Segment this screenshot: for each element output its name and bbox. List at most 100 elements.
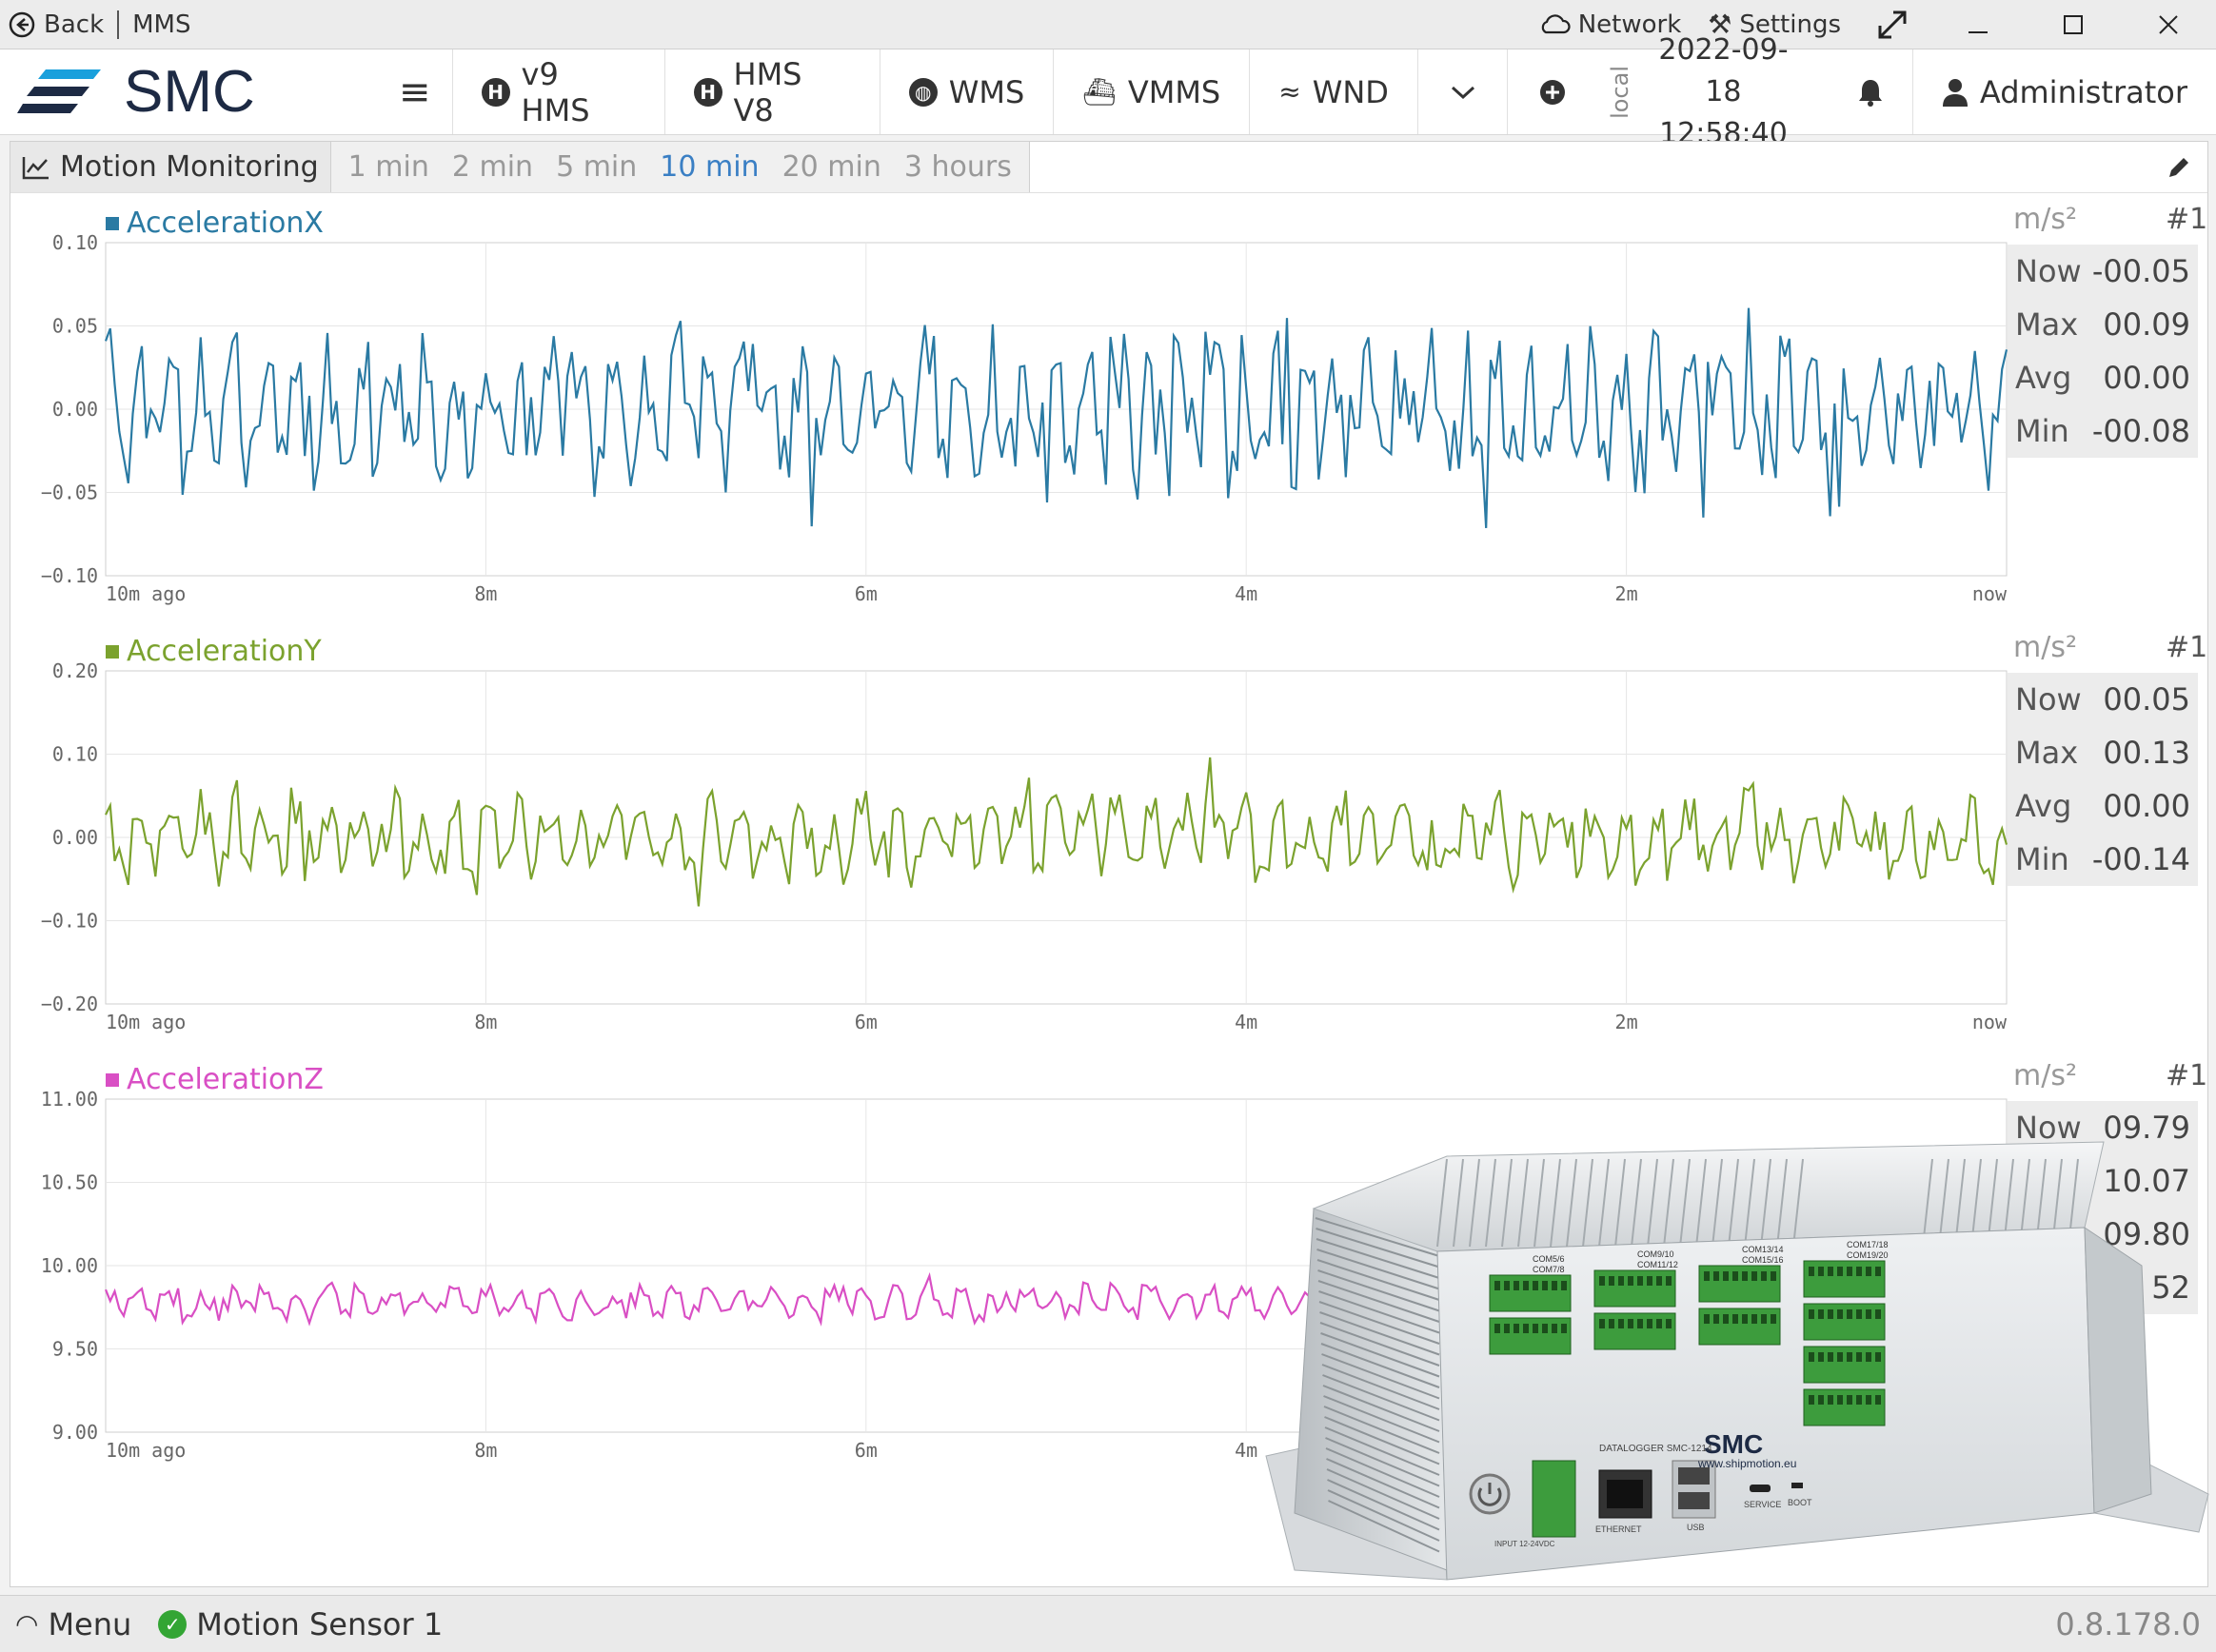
x-tick-label: now [1972, 582, 2008, 605]
x-tick-label: 10m ago [106, 1011, 186, 1033]
edit-panel-button[interactable] [2150, 142, 2207, 192]
x-tick-label: 4m [1235, 1011, 1257, 1033]
stat-row-now: Now -00.05 [2008, 245, 2198, 298]
chart-accelerationy: AccelerationY m/s² #1 0.20 0.10 0.00 −0.10 −0.2… [10, 621, 2209, 1033]
stat-row-max: Max 00.13 [2008, 726, 2198, 779]
stat-row-max: Max 00.09 [2008, 298, 2198, 351]
close-button[interactable] [2121, 0, 2216, 49]
tab-wnd[interactable]: ≈ WND [1250, 49, 1418, 134]
menu-label: Menu [48, 1605, 132, 1642]
y-tick-label: −0.05 [41, 482, 98, 504]
service-label: SERVICE [1744, 1500, 1781, 1509]
expand-icon [1878, 10, 1907, 38]
chevron-down-icon [1451, 86, 1474, 99]
minimize-button[interactable] [1930, 0, 2026, 49]
stat-value: -00.14 [2091, 841, 2190, 877]
stat-value: 00.13 [2103, 735, 2190, 771]
ethernet-label: ETHERNET [1595, 1524, 1642, 1534]
more-tabs-button[interactable] [1418, 49, 1509, 134]
terminal-block [1803, 1388, 1886, 1426]
y-tick-label: 0.00 [52, 826, 98, 849]
brand-name: SMC [124, 59, 255, 125]
hamburger-icon: ≡ [398, 69, 431, 114]
terminal-block [1803, 1346, 1886, 1384]
y-tick-label: 9.50 [52, 1338, 98, 1361]
hamburger-menu-button[interactable]: ≡ [378, 49, 453, 134]
user-menu[interactable]: Administrator [1913, 49, 2216, 134]
h-circle-icon: H [693, 77, 722, 107]
close-icon [2159, 14, 2178, 34]
back-button[interactable]: Back [0, 0, 104, 49]
x-tick-label: 8m [474, 1011, 497, 1033]
device-url: www.shipmotion.eu [1697, 1457, 1796, 1470]
terminal-block [1593, 1312, 1676, 1350]
stat-value: 00.09 [2103, 306, 2190, 343]
tab-label: WND [1312, 73, 1389, 110]
stat-row-now: Now 00.05 [2008, 673, 2198, 726]
maximize-icon [2064, 14, 2083, 34]
x-tick-label: 4m [1235, 582, 1257, 605]
app-window: Back MMS Network ⚒ Settings SMC ≡ H v9 H… [0, 0, 2216, 1652]
tab-hms-v8[interactable]: H HMS V8 [665, 49, 880, 134]
clock-date: 2022-09-18 [1658, 32, 1789, 108]
range-20-min[interactable]: 20 min [771, 150, 893, 184]
range-2-min[interactable]: 2 min [441, 150, 544, 184]
sensor-status[interactable]: ✓ Motion Sensor 1 [158, 1606, 443, 1642]
wind-icon: ≈ [1278, 76, 1301, 108]
terminal-block [1698, 1308, 1781, 1346]
smc-datalogger-device-image: COM5/6COM7/8 COM9/10COM11/12 COM13/14COM15… [1265, 1141, 2209, 1581]
port-label: COM15/16 [1742, 1255, 1784, 1265]
tab-label: WMS [948, 73, 1025, 110]
x-tick-label: 2m [1615, 582, 1638, 605]
ship-icon: ⛴ [1082, 76, 1117, 108]
stat-label: Min [2015, 413, 2069, 449]
clock: local 2022-09-18 12:58:40 [1597, 33, 1828, 150]
fullscreen-button[interactable] [1854, 0, 1930, 49]
terminal-block [1593, 1269, 1676, 1308]
maximize-button[interactable] [2026, 0, 2121, 49]
time-range-selector: 1 min 2 min 5 min 10 min 20 min 3 hours [330, 142, 1030, 192]
panel-title: Motion Monitoring [10, 142, 331, 192]
panel-header: Motion Monitoring 1 min 2 min 5 min 10 m… [10, 142, 2207, 193]
y-tick-label: 0.10 [52, 743, 98, 766]
model-label: DATALOGGER SMC-1214 [1599, 1444, 1712, 1454]
port-label: COM19/20 [1847, 1250, 1889, 1260]
usb-label: USB [1687, 1523, 1705, 1532]
tab-vmms[interactable]: ⛴ VMMS [1054, 49, 1251, 134]
tab-v9-hms[interactable]: H v9 HMS [453, 49, 665, 134]
menu-button[interactable]: ◠ Menu [15, 1606, 131, 1642]
smc-logo: SMC [0, 49, 378, 134]
back-arrow-icon [9, 11, 35, 37]
y-tick-label: −0.20 [41, 993, 98, 1015]
x-tick-label: 6m [855, 582, 878, 605]
port-label: COM13/14 [1742, 1245, 1784, 1254]
y-tick-label: 10.00 [41, 1254, 98, 1277]
y-tick-label: 10.50 [41, 1171, 98, 1194]
title-separator [117, 10, 120, 39]
back-label: Back [44, 10, 105, 39]
notifications-button[interactable] [1829, 49, 1913, 134]
clock-zone: local [1607, 65, 1634, 119]
stat-value: 00.00 [2103, 788, 2190, 824]
range-3-hours[interactable]: 3 hours [893, 150, 1023, 184]
y-tick-label: 11.00 [41, 1088, 98, 1111]
plot-svg: 0.20 0.10 0.00 −0.10 −0.20 10m ago 8m 6m 4m 2m now [41, 659, 2008, 1033]
range-5-min[interactable]: 5 min [544, 150, 648, 184]
boot-label: BOOT [1788, 1498, 1812, 1507]
h-circle-icon: H [481, 77, 510, 107]
globe-icon: ◍ [908, 77, 938, 107]
y-tick-label: 0.05 [52, 315, 98, 338]
x-tick-label: 6m [855, 1011, 878, 1033]
tab-wms[interactable]: ◍ WMS [880, 49, 1055, 134]
stat-row-avg: Avg 00.00 [2008, 351, 2198, 404]
tab-label: VMMS [1127, 73, 1221, 110]
add-tab-button[interactable] [1508, 49, 1597, 134]
minimize-icon [1969, 30, 1988, 33]
port-label: COM9/10 [1637, 1249, 1674, 1259]
range-10-min[interactable]: 10 min [648, 150, 770, 184]
tab-label: HMS V8 [733, 55, 802, 128]
stats-table: Now -00.05 Max 00.09 Avg 00.00 Min -00.08 [2008, 245, 2198, 458]
stats-table: Now 00.05 Max 00.13 Avg 00.00 Min -00.14 [2008, 673, 2198, 886]
range-1-min[interactable]: 1 min [337, 150, 441, 184]
stat-label: Avg [2015, 788, 2072, 824]
